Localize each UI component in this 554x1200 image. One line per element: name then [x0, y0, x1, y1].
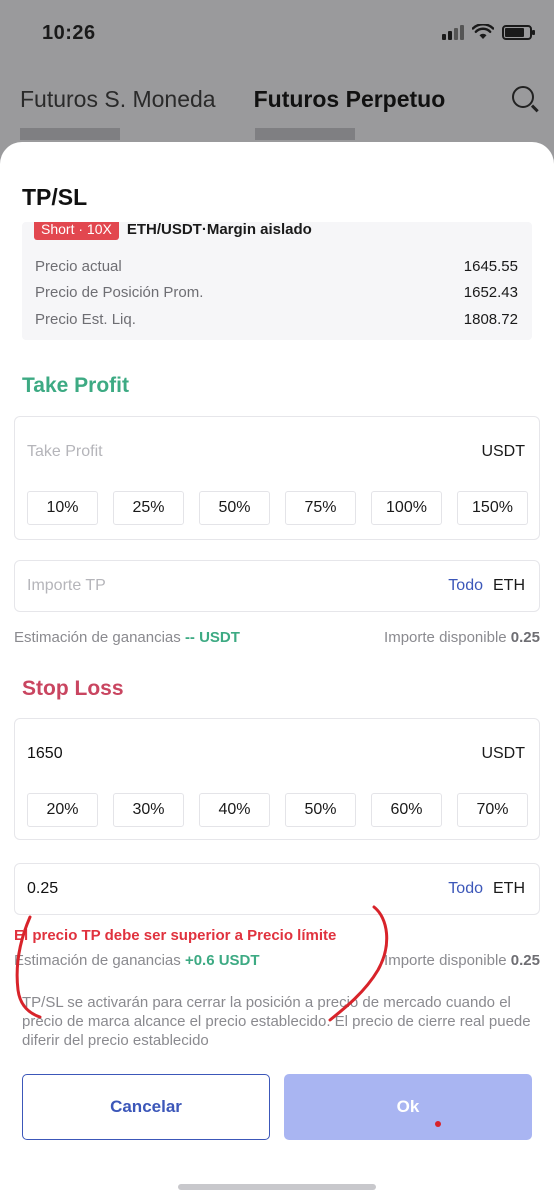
- ok-button[interactable]: Ok: [284, 1074, 532, 1140]
- tp-estimate-row: Estimación de ganancias -- USDT Importe …: [14, 629, 540, 646]
- sl-amount-unit: ETH: [493, 880, 525, 897]
- position-pair: ETH/USDT·Margin aislado: [126, 222, 312, 238]
- tp-price-unit: USDT: [481, 443, 525, 460]
- tp-pct-25-button[interactable]: 25%: [113, 491, 184, 525]
- sl-avail-label: Importe disponible: [384, 952, 507, 969]
- tp-pct-10-button[interactable]: 10%: [27, 491, 98, 525]
- current-price-value: 1645.55: [463, 258, 518, 275]
- tab-futuros-perpetuo[interactable]: Futuros Perpetuo: [254, 86, 446, 113]
- status-time: 10:26: [42, 22, 96, 44]
- tp-amount-unit: ETH: [493, 577, 525, 594]
- status-icons: [442, 24, 535, 40]
- sl-pct-50-button[interactable]: 50%: [285, 793, 356, 827]
- status-bar: 10:26: [0, 22, 554, 48]
- position-header: Short · 10X ETH/USDT·Margin aislado: [34, 222, 312, 240]
- sl-avail-value: 0.25: [510, 952, 540, 969]
- tab-futuros-moneda[interactable]: Futuros S. Moneda: [20, 86, 216, 113]
- tp-avail-label: Importe disponible: [384, 629, 507, 646]
- sl-percentage-row: 20% 30% 40% 50% 60% 70%: [27, 793, 528, 827]
- take-profit-panel: Take Profit USDT 10% 25% 50% 75% 100% 15…: [14, 416, 540, 540]
- background-list-peek: [0, 128, 554, 142]
- sl-amount-field[interactable]: 0.25 Todo ETH: [14, 863, 540, 915]
- sl-estimate-row: Estimación de ganancias +0.6 USDT Import…: [14, 952, 540, 969]
- tp-price-input[interactable]: Take Profit: [27, 443, 103, 461]
- stop-loss-panel: 1650 USDT 20% 30% 40% 50% 60% 70%: [14, 718, 540, 840]
- position-row: Precio actual 1645.55: [35, 258, 518, 275]
- avg-price-value: 1652.43: [463, 284, 518, 301]
- position-card: Short · 10X ETH/USDT·Margin aislado Prec…: [22, 222, 532, 340]
- side-badge: Short · 10X: [34, 222, 119, 240]
- market-tabs: Futuros S. Moneda Futuros Perpetuo: [20, 84, 534, 114]
- sl-pct-40-button[interactable]: 40%: [199, 793, 270, 827]
- cellular-signal-icon: [442, 24, 464, 40]
- tp-pct-100-button[interactable]: 100%: [371, 491, 442, 525]
- avg-price-label: Precio de Posición Prom.: [35, 284, 204, 301]
- tp-percentage-row: 10% 25% 50% 75% 100% 150%: [27, 491, 528, 525]
- home-indicator: [178, 1184, 376, 1190]
- battery-icon: [502, 24, 535, 40]
- sl-pct-20-button[interactable]: 20%: [27, 793, 98, 827]
- tp-amount-actions: Todo ETH: [448, 577, 525, 595]
- sl-price-input[interactable]: 1650: [27, 745, 63, 763]
- tp-pct-150-button[interactable]: 150%: [457, 491, 528, 525]
- sl-all-button[interactable]: Todo: [448, 880, 483, 898]
- cancel-button[interactable]: Cancelar: [22, 1074, 270, 1140]
- current-price-label: Precio actual: [35, 258, 122, 275]
- tp-est-value: -- USDT: [184, 629, 240, 646]
- tp-all-button[interactable]: Todo: [448, 577, 483, 595]
- position-row: Precio Est. Liq. 1808.72: [35, 311, 518, 328]
- sl-pct-70-button[interactable]: 70%: [457, 793, 528, 827]
- tpsl-note: TP/SL se activarán para cerrar la posici…: [22, 994, 531, 1049]
- sl-amount-actions: Todo ETH: [448, 880, 525, 898]
- take-profit-title: Take Profit: [22, 374, 129, 397]
- sl-pct-30-button[interactable]: 30%: [113, 793, 184, 827]
- tp-pct-75-button[interactable]: 75%: [285, 491, 356, 525]
- liq-price-value: 1808.72: [463, 311, 518, 328]
- sl-est-label: Estimación de ganancias: [14, 952, 181, 969]
- tp-amount-input[interactable]: Importe TP: [27, 577, 106, 595]
- wifi-icon: [472, 24, 494, 39]
- tp-avail-value: 0.25: [510, 629, 540, 646]
- tp-est-label: Estimación de ganancias: [14, 629, 181, 646]
- stop-loss-title: Stop Loss: [22, 677, 124, 700]
- tpsl-sheet: TP/SL Short · 10X ETH/USDT·Margin aislad…: [0, 142, 554, 1200]
- liq-price-label: Precio Est. Liq.: [35, 311, 136, 328]
- position-row: Precio de Posición Prom. 1652.43: [35, 284, 518, 301]
- tp-amount-field[interactable]: Importe TP Todo ETH: [14, 560, 540, 612]
- sl-amount-input[interactable]: 0.25: [27, 880, 58, 898]
- sl-est-value: +0.6 USDT: [184, 952, 260, 969]
- sl-pct-60-button[interactable]: 60%: [371, 793, 442, 827]
- tp-pct-50-button[interactable]: 50%: [199, 491, 270, 525]
- sheet-title: TP/SL: [22, 184, 88, 210]
- validation-error: El precio TP debe ser superior a Precio …: [14, 927, 337, 944]
- search-icon[interactable]: [512, 86, 534, 108]
- sl-price-unit: USDT: [481, 745, 525, 762]
